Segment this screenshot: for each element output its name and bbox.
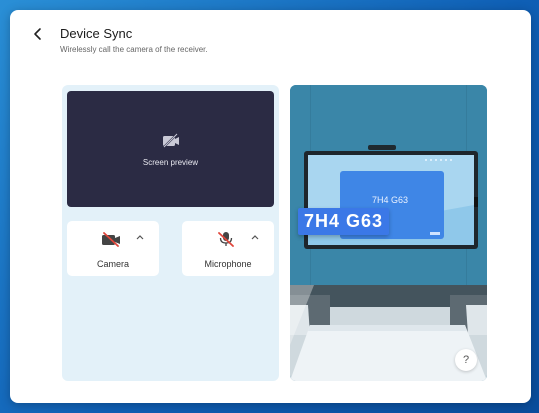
sync-code-badge: 7H4 G63 bbox=[298, 208, 390, 235]
help-button[interactable]: ? bbox=[455, 349, 477, 371]
controls-panel: Screen preview Camera Microphone bbox=[62, 85, 279, 381]
microphone-button[interactable]: Microphone bbox=[182, 221, 274, 276]
back-button[interactable] bbox=[30, 26, 46, 42]
screen-preview-label: Screen preview bbox=[142, 158, 199, 167]
camera-off-icon bbox=[163, 133, 179, 148]
camera-off-icon bbox=[102, 232, 120, 247]
microphone-off-icon bbox=[218, 232, 234, 247]
chevron-up-icon[interactable] bbox=[251, 234, 259, 240]
device-sync-window: Device Sync Wirelessly call the camera o… bbox=[10, 10, 531, 403]
page-subtitle: Wirelessly call the camera of the receiv… bbox=[60, 45, 208, 54]
meeting-room-illustration: 7H4 G63 7H4 G63 ? bbox=[290, 85, 487, 381]
camera-label: Camera bbox=[96, 259, 129, 269]
chevron-up-icon[interactable] bbox=[136, 234, 144, 240]
camera-button[interactable]: Camera bbox=[67, 221, 159, 276]
page-title: Device Sync bbox=[60, 26, 133, 41]
screen-sync-code: 7H4 G63 bbox=[372, 195, 409, 205]
screen-preview: Screen preview bbox=[67, 91, 274, 207]
microphone-label: Microphone bbox=[204, 259, 252, 269]
chevron-left-icon bbox=[34, 28, 41, 40]
